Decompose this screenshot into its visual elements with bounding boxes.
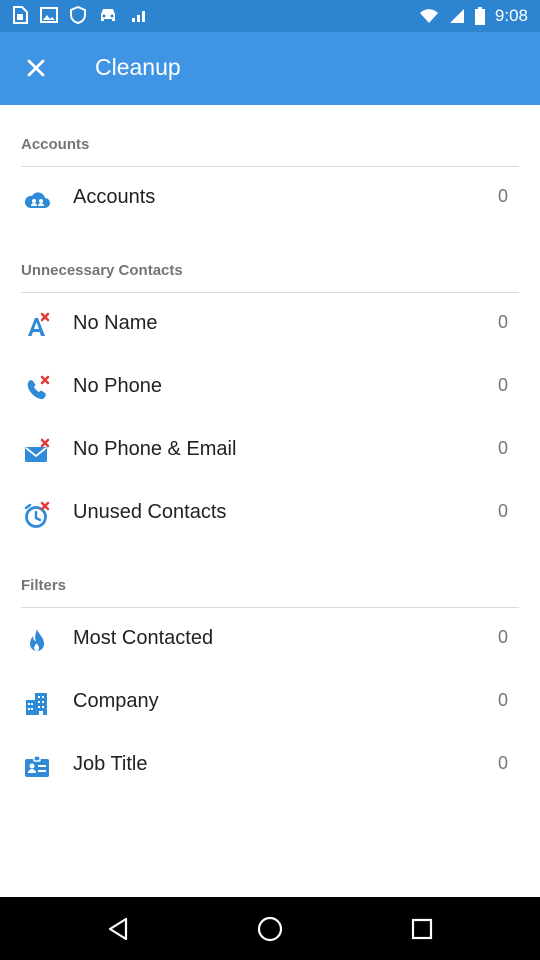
divider bbox=[21, 607, 519, 608]
list-item-label: Accounts bbox=[73, 186, 156, 208]
recents-icon bbox=[411, 918, 433, 940]
status-time: 9:08 bbox=[494, 6, 528, 25]
no-phone-icon bbox=[27, 375, 50, 400]
section-header-filters: Filters bbox=[21, 577, 67, 594]
list-item-count: 0 bbox=[497, 186, 508, 206]
list-item-label: No Phone & Email bbox=[73, 438, 237, 460]
vpn-icon bbox=[70, 6, 86, 24]
list-item-count: 0 bbox=[497, 312, 508, 332]
list-item-label: Company bbox=[73, 690, 159, 712]
no-name-icon bbox=[28, 312, 50, 336]
list-item-count: 0 bbox=[497, 375, 508, 395]
page-title: Cleanup bbox=[95, 54, 181, 80]
list-item-label: Most Contacted bbox=[73, 627, 214, 649]
back-icon bbox=[108, 917, 128, 941]
list-item-company[interactable]: Company 0 bbox=[0, 674, 540, 732]
list-item-job-title[interactable]: Job Title 0 bbox=[0, 737, 540, 795]
list-item-no-phone[interactable]: No Phone 0 bbox=[0, 359, 540, 417]
list-item-count: 0 bbox=[497, 690, 508, 710]
cloud-accounts-icon bbox=[24, 192, 50, 208]
list-item-count: 0 bbox=[497, 501, 508, 521]
divider bbox=[21, 292, 519, 293]
cellular-icon bbox=[449, 9, 464, 23]
list-item-most-contacted[interactable]: Most Contacted 0 bbox=[0, 611, 540, 669]
id-card-icon bbox=[25, 755, 49, 777]
home-button[interactable] bbox=[250, 909, 290, 949]
list-item-no-name[interactable]: No Name 0 bbox=[0, 296, 540, 354]
close-button[interactable] bbox=[14, 46, 58, 90]
list-item-label: Job Title bbox=[73, 753, 148, 775]
list-item-no-phone-email[interactable]: No Phone & Email 0 bbox=[0, 422, 540, 480]
list-item-label: Unused Contacts bbox=[73, 501, 227, 523]
recents-button[interactable] bbox=[402, 909, 442, 949]
status-bar: 9:08 bbox=[0, 0, 540, 32]
gallery-icon bbox=[40, 7, 58, 23]
list-item-count: 0 bbox=[497, 753, 508, 773]
building-icon bbox=[26, 693, 47, 715]
flame-icon bbox=[30, 629, 44, 651]
signal-icon bbox=[132, 11, 145, 22]
app-bar: Cleanup bbox=[0, 32, 540, 105]
list-item-label: No Phone bbox=[73, 375, 162, 397]
wifi-icon bbox=[419, 9, 438, 23]
list-item-count: 0 bbox=[497, 438, 508, 458]
list-item-count: 0 bbox=[497, 627, 508, 647]
unused-contacts-icon bbox=[24, 501, 50, 528]
list-item-label: No Name bbox=[73, 312, 158, 334]
status-right-icons: 9:08 bbox=[419, 0, 528, 32]
list-item-unused-contacts[interactable]: Unused Contacts 0 bbox=[0, 485, 540, 543]
battery-icon bbox=[474, 7, 485, 25]
home-icon bbox=[257, 916, 283, 942]
back-button[interactable] bbox=[98, 909, 138, 949]
navigation-bar bbox=[0, 897, 540, 960]
no-phone-email-icon bbox=[25, 438, 50, 462]
section-header-unnecessary-contacts: Unnecessary Contacts bbox=[21, 262, 183, 279]
status-left-icons bbox=[12, 6, 148, 24]
divider bbox=[21, 166, 519, 167]
car-icon bbox=[101, 9, 115, 21]
close-icon bbox=[27, 59, 45, 77]
sim-icon bbox=[13, 6, 28, 24]
list-item-accounts[interactable]: Accounts 0 bbox=[0, 170, 540, 228]
section-header-accounts: Accounts bbox=[21, 136, 90, 153]
